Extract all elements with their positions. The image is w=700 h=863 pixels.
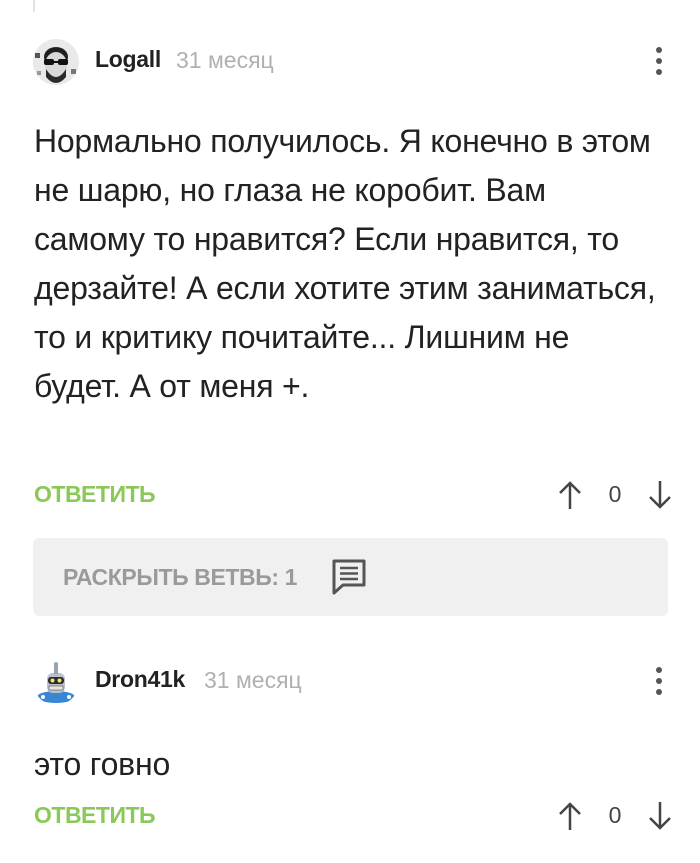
more-options-button[interactable] (645, 41, 673, 81)
comment-actions: ОТВЕТИТЬ 0 (0, 796, 700, 836)
comment-actions: ОТВЕТИТЬ 0 (0, 475, 700, 515)
arrow-down-icon (649, 481, 671, 509)
upvote-button[interactable] (555, 475, 585, 515)
vote-count: 0 (608, 481, 622, 507)
vote-count: 0 (608, 802, 622, 828)
arrow-up-icon (559, 802, 581, 830)
vertical-ellipsis-icon (656, 47, 662, 53)
timestamp: 31 месяц (176, 47, 274, 73)
downvote-button[interactable] (645, 796, 675, 836)
avatar[interactable] (33, 39, 79, 85)
expand-thread-label: РАСКРЫТЬ ВЕТВЬ: 1 (63, 564, 298, 590)
vertical-ellipsis-icon (656, 667, 662, 673)
comment-bubble-icon (329, 557, 369, 597)
arrow-down-icon (649, 802, 671, 830)
comment-header: Logall 31 месяц (0, 35, 700, 87)
comment-body: это говно (34, 746, 171, 782)
comment: Logall 31 месяц Нормально получилось. Я … (0, 35, 700, 509)
comment-header: Dron41k 31 месяц (0, 655, 700, 707)
arrow-up-icon (559, 481, 581, 509)
reply-button[interactable]: ОТВЕТИТЬ (34, 802, 156, 829)
expand-thread-button[interactable]: РАСКРЫТЬ ВЕТВЬ: 1 (33, 538, 668, 616)
more-options-button[interactable] (645, 661, 673, 701)
timestamp: 31 месяц (204, 667, 302, 693)
username[interactable]: Dron41k (95, 666, 185, 693)
reply-button[interactable]: ОТВЕТИТЬ (34, 481, 156, 508)
bearded-man-sunglasses-avatar-icon (33, 39, 79, 85)
comment-body: Нормально получилось. Я конечно в этом н… (34, 123, 656, 404)
username[interactable]: Logall (95, 46, 161, 73)
upvote-button[interactable] (555, 796, 585, 836)
thread-line (33, 0, 35, 12)
comment: Dron41k 31 месяц это говно ОТВЕТИТЬ 0 (0, 655, 700, 830)
downvote-button[interactable] (645, 475, 675, 515)
avatar[interactable] (33, 659, 79, 705)
bender-robot-avatar-icon (33, 659, 79, 705)
